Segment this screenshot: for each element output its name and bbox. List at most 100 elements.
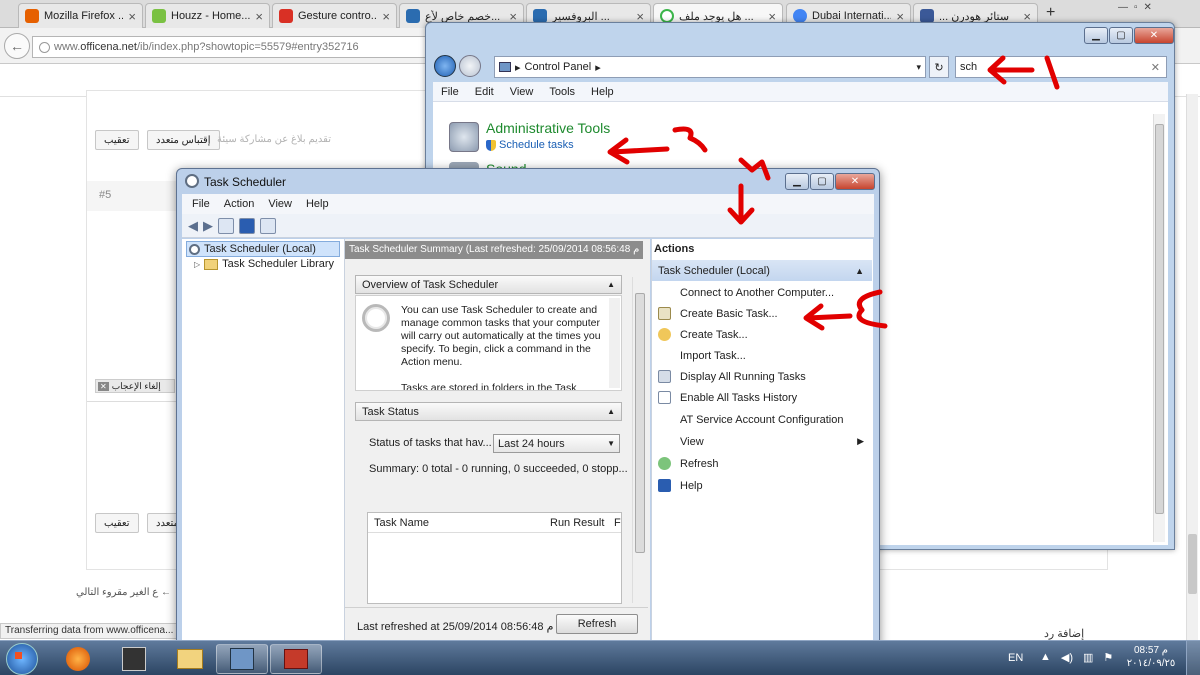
close-icon[interactable]: ✕ [1144,2,1152,16]
new-tab-button[interactable]: + [1046,4,1055,22]
chevron-right-icon: ▶ [857,436,864,446]
tree-item-library[interactable]: ▷ Task Scheduler Library [194,258,334,270]
close-tab-icon[interactable]: × [255,9,263,24]
forward-arrow-icon[interactable] [459,55,481,77]
taskbar-firefox[interactable] [52,644,104,674]
maximize-button[interactable]: ▢ [810,173,834,190]
firefox-icon [66,647,90,671]
actions-group-header[interactable]: Task Scheduler (Local) ▲ [652,260,872,281]
taskbar-task-scheduler[interactable] [270,644,322,674]
close-button[interactable]: ✕ [1134,27,1174,44]
clear-search-icon[interactable]: ✕ [1151,61,1160,74]
minimize-button[interactable]: ▁ [1084,27,1108,44]
next-unread-link[interactable]: ع الغير مقروء التالي ← [76,587,171,598]
col-extra[interactable]: F [614,517,621,529]
scrollbar[interactable] [632,277,647,603]
schedule-tasks-link[interactable]: Schedule tasks [486,139,574,151]
expand-icon[interactable]: ▷ [194,260,200,269]
taskbar-control-panel[interactable] [216,644,268,674]
maximize-button[interactable]: ▢ [1109,27,1133,44]
reply-button[interactable]: تعقيب [95,513,139,533]
minimize-button[interactable]: ▁ [785,173,809,190]
reply-button[interactable]: تعقيب [95,130,139,150]
col-task-name[interactable]: Task Name [374,517,429,529]
menu-file[interactable]: File [441,86,459,98]
scrollbar[interactable] [609,298,620,388]
action-help[interactable]: Help [652,475,872,496]
scrollbar-thumb[interactable] [1155,124,1164,514]
menu-help[interactable]: Help [306,198,329,210]
task-status-section-header[interactable]: Task Status ▲ [355,402,622,421]
show-tree-icon[interactable] [218,217,234,234]
chrome-icon [793,9,807,23]
back-arrow-icon[interactable]: ◀ [188,218,198,234]
action-create-basic-task[interactable]: Create Basic Task... [652,303,872,324]
browser-status-bar: Transferring data from www.officena... [0,623,180,639]
browser-tab[interactable]: Mozilla Firefox ... × [18,3,143,28]
close-button[interactable]: ✕ [835,173,875,190]
network-icon[interactable]: ▥ [1083,651,1093,664]
taskbar-media-player[interactable] [108,644,160,674]
action-at-service[interactable]: AT Service Account Configuration [652,409,872,430]
action-display-running[interactable]: Display All Running Tasks [652,366,872,387]
status-period-select[interactable]: Last 24 hours ▼ [493,434,620,453]
flag-icon[interactable]: ⚑ [1103,651,1113,664]
menu-view[interactable]: View [268,198,292,210]
page-scrollbar[interactable] [1186,94,1198,640]
action-import-task[interactable]: Import Task... [652,345,872,366]
back-arrow-icon[interactable] [434,55,456,77]
volume-icon[interactable]: ◀) [1061,651,1073,664]
chevron-down-icon[interactable]: ▾ [916,62,921,73]
url-bar[interactable]: www.officena.net/ib/index.php?showtopic=… [32,36,432,58]
close-tab-icon[interactable]: × [382,9,390,24]
collapse-icon[interactable]: ▲ [855,266,864,276]
history-icon [658,391,671,404]
running-tasks-icon [658,370,671,383]
scrollbar-thumb[interactable] [1188,534,1197,594]
scrollbar[interactable] [1153,114,1165,542]
help-icon[interactable] [239,217,255,234]
action-view[interactable]: View ▶ [652,431,872,452]
browser-tab[interactable]: Gesture contro... × [272,3,397,28]
report-link[interactable]: تقديم بلاغ عن مشاركة سيئة [217,134,331,145]
menu-action[interactable]: Action [224,198,255,210]
browser-tab[interactable]: Houzz - Home... × [145,3,270,28]
action-refresh[interactable]: Refresh [652,453,872,474]
tray-arrow-icon[interactable]: ▲ [1040,651,1051,664]
action-enable-history[interactable]: Enable All Tasks History [652,387,872,408]
show-desktop-button[interactable] [1186,641,1200,675]
action-connect[interactable]: Connect to Another Computer... [652,282,872,303]
show-action-pane-icon[interactable] [260,217,276,234]
refresh-button[interactable]: Refresh [556,614,638,634]
language-indicator[interactable]: EN [1008,652,1023,664]
minimize-icon[interactable]: — [1118,2,1128,16]
unlike-button[interactable]: ✕ إلغاء الإعجاب [95,379,175,393]
taskbar-explorer[interactable] [164,644,216,674]
col-run-result[interactable]: Run Result [550,517,604,529]
menu-tools[interactable]: Tools [549,86,575,98]
menu-view[interactable]: View [510,86,534,98]
menu-bar: File Action View Help [182,194,874,214]
back-button[interactable]: ← [4,33,30,59]
tree-item-local[interactable]: Task Scheduler (Local) [186,241,340,257]
overview-section-header[interactable]: Overview of Task Scheduler ▲ [355,275,622,294]
address-bar[interactable]: ▸ Control Panel ▸ ▾ [494,56,926,78]
table-header: Task Name Run Result F [368,513,621,533]
clock[interactable]: 08:57 م ٢٠١٤/٠٩/٢٥ [1123,644,1179,670]
task-scheduler-window: Task Scheduler ▁ ▢ ✕ File Action View He… [176,168,880,648]
multiquote-button[interactable]: إقتباس متعدد [147,130,220,150]
collapse-icon[interactable]: ▲ [607,280,615,289]
action-create-task[interactable]: Create Task... [652,324,872,345]
close-tab-icon[interactable]: × [128,9,136,24]
maximize-icon[interactable]: ▫ [1134,2,1138,16]
menu-file[interactable]: File [192,198,210,210]
forward-arrow-icon[interactable]: ▶ [203,218,213,234]
scrollbar-thumb[interactable] [635,293,645,553]
menu-edit[interactable]: Edit [475,86,494,98]
start-button[interactable] [6,643,38,675]
menu-help[interactable]: Help [591,86,614,98]
admin-tools-heading[interactable]: Administrative Tools [486,120,610,136]
refresh-icon[interactable]: ↻ [929,56,949,78]
search-input[interactable]: sch ✕ [955,56,1167,78]
collapse-icon[interactable]: ▲ [607,407,615,416]
